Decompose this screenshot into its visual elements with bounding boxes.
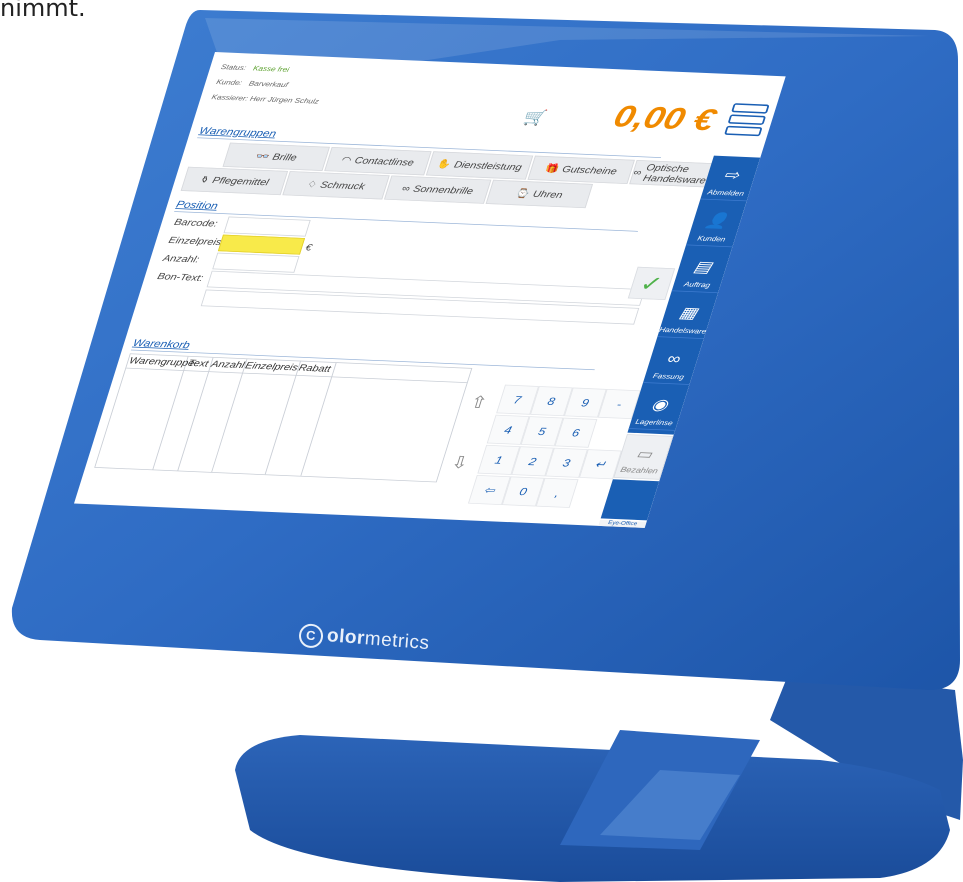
gift-icon: 🎁 xyxy=(544,163,561,175)
lens-icon: ◉ xyxy=(649,396,670,414)
pay-label: Bezahlen xyxy=(619,465,659,476)
scroll-down-icon[interactable]: ⇩ xyxy=(447,451,474,474)
section-position: Position xyxy=(174,198,220,212)
price-label: Einzelpreis: xyxy=(167,234,226,248)
product-group-7[interactable]: ♢ Schmuck xyxy=(282,171,390,200)
status-value: Kasse frei xyxy=(252,64,291,74)
binoculars-icon: ∞ xyxy=(632,166,644,178)
col-anzahl: Anzahl xyxy=(209,358,246,371)
scroll-up-icon[interactable]: ⇧ xyxy=(465,391,492,414)
cart-icon: 🛒 xyxy=(521,109,550,128)
customer-value: Barverkauf xyxy=(247,79,290,89)
product-group-label: Brille xyxy=(271,151,299,163)
product-group-8[interactable]: ∞ Sonnenbrille xyxy=(383,175,492,204)
status-label: Status: xyxy=(220,62,248,72)
product-group-label: Sonnenbrille xyxy=(411,183,475,197)
col-text: Text xyxy=(186,357,210,369)
sidebar-item-label: Fassung xyxy=(651,371,686,381)
frame-icon: ∞ xyxy=(664,350,683,368)
quantity-input[interactable] xyxy=(212,252,300,273)
photo-stage: nimmt. Status: Kasse frei Kunde: Barverk… xyxy=(0,0,963,882)
menu-icon[interactable] xyxy=(723,103,770,138)
product-group-6[interactable]: ⚱ Pflegemittel xyxy=(180,166,289,196)
keypad-key[interactable]: 6 xyxy=(554,417,598,448)
customer-line: Kunde: Barverkauf xyxy=(215,78,289,89)
card-icon: ▭ xyxy=(634,446,655,462)
sidebar-item-label: Auftrag xyxy=(683,280,712,289)
receipt-text-label: Bon-Text: xyxy=(156,270,205,284)
product-group-4[interactable]: 🎁 Gutscheine xyxy=(527,155,635,185)
product-group-1[interactable]: 👓 Brille xyxy=(222,142,330,171)
logout-icon: ⇨ xyxy=(721,166,742,185)
sidebar-item-label: Abmelden xyxy=(706,188,746,198)
user-add-icon: 👤 xyxy=(703,212,731,231)
cart-table[interactable] xyxy=(94,353,473,483)
section-warenkorb: Warenkorb xyxy=(131,336,192,351)
status-line: Status: Kasse frei xyxy=(220,63,290,73)
product-group-label: Pflegemittel xyxy=(211,174,271,188)
col-rabatt: Rabatt xyxy=(297,362,333,375)
order-icon: ▤ xyxy=(691,258,714,276)
sidebar-item-label: Kunden xyxy=(696,234,727,244)
customer-label: Kunde: xyxy=(215,78,244,87)
sidebar-item-label: Lagerlinse xyxy=(634,417,674,427)
product-group-label: Gutscheine xyxy=(560,163,619,177)
keypad-key[interactable]: , xyxy=(535,477,579,508)
barcode-label: Barcode: xyxy=(172,216,220,229)
glasses-icon: 👓 xyxy=(254,150,271,162)
sunglasses-icon: ∞ xyxy=(400,182,412,194)
goods-icon: ▦ xyxy=(677,304,700,322)
product-group-3[interactable]: ✋ Dienstleistung xyxy=(425,151,534,180)
product-group-label: Uhren xyxy=(531,188,564,201)
product-group-9[interactable]: ⌚ Uhren xyxy=(485,179,594,209)
currency-symbol: € xyxy=(304,242,314,253)
confirm-check-icon[interactable]: ✓ xyxy=(627,266,676,301)
cashier-line: Kassierer: Herr Jürgen Schulz xyxy=(210,93,321,106)
diamond-icon: ♢ xyxy=(305,178,319,190)
sidebar-item-label: Handelsware xyxy=(658,325,708,336)
product-group-2[interactable]: ◠ Contactlinse xyxy=(324,146,432,176)
product-group-label: Dienstleistung xyxy=(452,159,524,173)
watch-icon: ⌚ xyxy=(514,187,532,199)
contact-lens-icon: ◠ xyxy=(340,154,353,166)
product-group-label: Schmuck xyxy=(318,179,367,192)
barcode-input[interactable] xyxy=(223,216,311,237)
quantity-label: Anzahl: xyxy=(161,252,201,265)
product-group-label: Contactlinse xyxy=(353,154,416,168)
total-amount: 0,00 € xyxy=(609,99,720,138)
bottle-icon: ⚱ xyxy=(198,174,211,186)
col-einzelpreis: Einzelpreis xyxy=(243,359,300,373)
handshake-icon: ✋ xyxy=(435,158,453,170)
price-input[interactable] xyxy=(217,234,306,255)
